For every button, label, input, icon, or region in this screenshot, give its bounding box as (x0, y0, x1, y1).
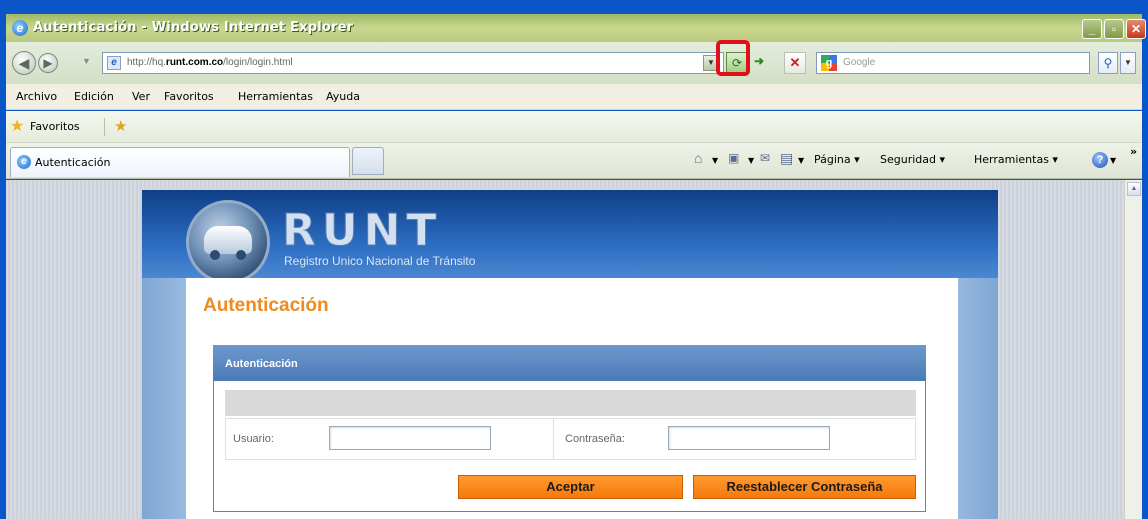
maximize-button[interactable]: ▫ (1104, 19, 1124, 39)
menu-archivo[interactable]: Archivo (16, 90, 57, 103)
feeds-icon[interactable]: ▣ (728, 151, 739, 165)
address-toolbar: ◀ ▶ ▼ e http://hq.runt.com.co/login/logi… (6, 42, 1142, 84)
stop-icon[interactable]: ✕ (784, 52, 806, 74)
auth-panel-subheader (225, 390, 916, 416)
search-options-dropdown[interactable]: ▼ (1120, 52, 1136, 74)
password-label: Contraseña: (565, 433, 625, 445)
tab-bar: e Autenticación ⌂ ▼ ▣ ▼ ✉ ▤ ▼ Página ▾ S… (6, 143, 1142, 179)
home-icon[interactable]: ⌂ (694, 151, 702, 165)
menu-ver[interactable]: Ver (132, 90, 150, 103)
form-divider (553, 418, 554, 460)
auth-panel-header (213, 345, 926, 381)
scroll-up-button[interactable]: ▲ (1127, 182, 1141, 196)
auth-panel-title: Autenticación (225, 358, 298, 370)
car-wheel-right (236, 250, 246, 260)
menu-ayuda[interactable]: Ayuda (326, 90, 360, 103)
close-button[interactable]: ✕ (1126, 19, 1146, 39)
ie-logo-icon: e (12, 20, 28, 36)
new-tab-button[interactable] (352, 147, 384, 175)
page-title: Autenticación (203, 295, 329, 316)
print-icon[interactable]: ▤ (780, 151, 793, 165)
overflow-chevron[interactable]: » (1130, 145, 1137, 158)
feeds-dropdown[interactable]: ▼ (748, 156, 754, 165)
refresh-highlight-box (716, 40, 750, 76)
accept-button[interactable]: Aceptar (458, 475, 683, 499)
site-header (142, 190, 998, 278)
vertical-scrollbar[interactable]: ▲ (1124, 180, 1142, 519)
minimize-button[interactable]: _ (1082, 19, 1102, 39)
search-input[interactable]: g Google (816, 52, 1090, 74)
favorites-separator (104, 118, 105, 136)
print-dropdown[interactable]: ▼ (798, 156, 804, 165)
tab-label: Autenticación (35, 156, 111, 169)
tab-autenticacion[interactable]: e Autenticación (10, 147, 350, 177)
car-wheel-left (210, 250, 220, 260)
mail-icon[interactable]: ✉ (760, 151, 770, 165)
window-title: Autenticación - Windows Internet Explore… (33, 20, 354, 35)
search-placeholder: Google (843, 57, 876, 68)
add-favorite-icon[interactable]: ★ (114, 118, 132, 136)
username-label: Usuario: (233, 433, 274, 445)
home-dropdown[interactable]: ▼ (712, 156, 718, 165)
menu-bar: Archivo Edición Ver Favoritos Herramient… (6, 84, 1142, 110)
favorites-button[interactable]: Favoritos (30, 120, 80, 133)
runt-logo-text: RUNT (281, 205, 443, 257)
reset-password-button[interactable]: Reestablecer Contraseña (693, 475, 916, 499)
search-icon[interactable]: ⚲ (1098, 52, 1118, 74)
password-input[interactable] (668, 426, 830, 450)
ie-logo-icon: e (17, 155, 31, 169)
menu-edicion[interactable]: Edición (74, 90, 114, 103)
star-icon[interactable]: ★ (10, 119, 26, 135)
go-icon[interactable]: ➜ (754, 54, 764, 68)
help-icon[interactable]: ? (1092, 152, 1108, 168)
tools-menu[interactable]: Herramientas ▾ (974, 153, 1058, 166)
favorites-bar: ★ Favoritos ★ (6, 111, 1142, 143)
help-dropdown[interactable]: ▼ (1110, 156, 1116, 165)
username-input[interactable] (329, 426, 491, 450)
url-text: http://hq.runt.com.co/login/login.html (127, 57, 293, 68)
forward-arrow-icon[interactable]: ▶ (38, 53, 58, 73)
history-dropdown[interactable]: ▼ (82, 56, 91, 66)
title-bar: e Autenticación - Windows Internet Explo… (6, 14, 1146, 42)
back-arrow-icon[interactable]: ◀ (12, 51, 36, 75)
address-bar[interactable]: e http://hq.runt.com.co/login/login.html… (102, 52, 724, 74)
page-icon: e (107, 56, 121, 70)
google-logo-icon: g (821, 55, 837, 71)
page-menu[interactable]: Página ▾ (814, 153, 860, 166)
menu-favoritos[interactable]: Favoritos (164, 90, 214, 103)
car-icon (204, 226, 252, 254)
security-menu[interactable]: Seguridad ▾ (880, 153, 945, 166)
runt-subtitle: Registro Unico Nacional de Tránsito (284, 254, 476, 268)
menu-herramientas[interactable]: Herramientas (238, 90, 313, 103)
